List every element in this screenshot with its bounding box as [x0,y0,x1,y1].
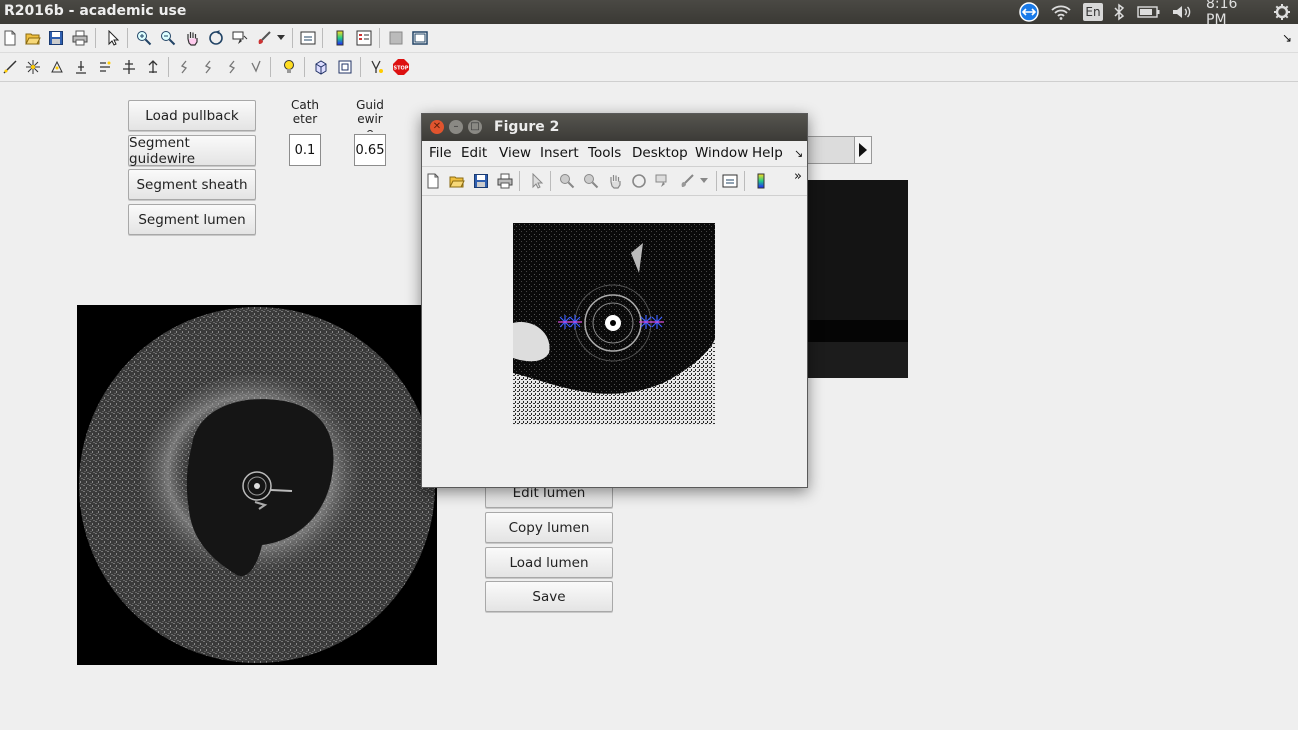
pan-hand-icon[interactable] [183,29,201,47]
tool-k-icon[interactable] [247,58,265,76]
figure-toolbar: ↘ [0,24,1298,53]
maximize-window-icon[interactable]: □ [468,120,482,134]
cube-icon[interactable] [312,58,330,76]
tool-e-icon[interactable] [96,58,114,76]
bluetooth-icon[interactable] [1111,3,1127,21]
menu-help[interactable]: Help [752,145,783,161]
menu-overflow-icon[interactable]: ↘ [794,147,803,160]
save-icon[interactable] [472,172,490,190]
clock[interactable]: 8:16 PM [1206,0,1262,28]
open-folder-icon[interactable] [24,29,42,47]
rotate-3d-icon[interactable] [630,172,648,190]
tool-a-icon[interactable] [1,58,19,76]
tool-l-icon[interactable] [368,58,386,76]
new-file-icon[interactable] [424,172,442,190]
zoom-out-icon[interactable] [582,172,600,190]
tool-d-icon[interactable] [72,58,90,76]
load-lumen-button[interactable]: Load lumen [485,547,613,578]
brush-icon[interactable] [678,172,696,190]
copy-lumen-button[interactable]: Copy lumen [485,512,613,543]
guidewire-input[interactable]: 0.65 [354,134,386,166]
battery-icon[interactable] [1136,3,1162,21]
lightbulb-icon[interactable] [280,58,298,76]
data-cursor-icon[interactable] [654,172,672,190]
pointer-icon[interactable] [528,172,546,190]
figure-menu-bar: File Edit View Insert Tools Desktop Wind… [422,141,807,165]
keyboard-layout-indicator[interactable]: En [1083,3,1103,21]
close-window-icon[interactable]: ✕ [430,120,444,134]
app-title: R2016b - academic use [4,3,187,19]
menu-view[interactable]: View [499,145,531,161]
tool-h-icon[interactable] [175,58,193,76]
menu-file[interactable]: File [429,145,452,161]
save-button[interactable]: Save [485,581,613,612]
brush-icon[interactable] [255,29,273,47]
cube-outline-icon[interactable] [336,58,354,76]
link-plot-icon[interactable] [299,29,317,47]
zoom-in-icon[interactable] [558,172,576,190]
load-pullback-button[interactable]: Load pullback [128,100,256,131]
system-gear-icon[interactable] [1272,3,1292,21]
guidewire-label: Guid ewir e [356,98,384,132]
figure-title: Figure 2 [494,119,560,135]
minimize-window-icon[interactable]: – [449,120,463,134]
svg-text:STOP: STOP [394,66,409,72]
figure-2-window[interactable]: ✕ – □ Figure 2 File Edit View Insert Too… [421,113,808,488]
print-icon[interactable] [71,29,89,47]
tool-i-icon[interactable] [199,58,217,76]
tool-b-icon[interactable] [24,58,42,76]
dropdown-arrow-icon[interactable] [698,172,710,190]
menu-edit[interactable]: Edit [461,145,487,161]
toolbar-overflow-icon[interactable]: ↘ [1278,29,1296,47]
wifi-icon[interactable] [1049,3,1073,21]
tool-f-icon[interactable] [120,58,138,76]
segment-guidewire-button[interactable]: Segment guidewire [128,135,256,167]
menu-tools[interactable]: Tools [588,145,621,161]
figure-2-oct-image[interactable] [513,223,715,425]
pointer-icon[interactable] [104,29,122,47]
slider-right-arrow-icon[interactable] [854,137,871,163]
dock-icon[interactable] [411,29,429,47]
new-file-icon[interactable] [1,29,19,47]
save-icon[interactable] [47,29,65,47]
segment-lumen-button[interactable]: Segment lumen [128,204,256,235]
teamviewer-icon[interactable] [1018,2,1040,22]
zoom-out-icon[interactable] [159,29,177,47]
menu-insert[interactable]: Insert [540,145,579,161]
custom-toolbar: STOP [0,53,1298,82]
legend-icon[interactable] [355,29,373,47]
tool-c-icon[interactable] [48,58,66,76]
colorbar-icon[interactable] [752,172,770,190]
toolbar-overflow-icon[interactable]: » [794,169,802,184]
catheter-input[interactable]: 0.1 [289,134,321,166]
data-cursor-icon[interactable] [231,29,249,47]
zoom-in-icon[interactable] [135,29,153,47]
rotate-3d-icon[interactable] [207,29,225,47]
segment-sheath-button[interactable]: Segment sheath [128,169,256,200]
open-folder-icon[interactable] [448,172,466,190]
menu-window[interactable]: Window [695,145,748,161]
tool-j-icon[interactable] [223,58,241,76]
colorbar-icon[interactable] [331,29,349,47]
figure-title-bar[interactable]: ✕ – □ Figure 2 [422,114,807,141]
volume-icon[interactable] [1170,3,1194,21]
tool-g-icon[interactable] [144,58,162,76]
oct-cross-section-image[interactable] [77,305,437,665]
hide-tools-icon[interactable] [387,29,405,47]
stop-icon[interactable]: STOP [392,58,410,76]
dropdown-arrow-icon[interactable] [275,29,287,47]
figure-2-toolbar: » [422,166,807,196]
link-plot-icon[interactable] [721,172,739,190]
menu-desktop[interactable]: Desktop [632,145,688,161]
print-icon[interactable] [496,172,514,190]
catheter-label: Cath eter [290,98,320,126]
system-top-bar: R2016b - academic use En 8:16 PM [0,0,1298,28]
pan-hand-icon[interactable] [606,172,624,190]
